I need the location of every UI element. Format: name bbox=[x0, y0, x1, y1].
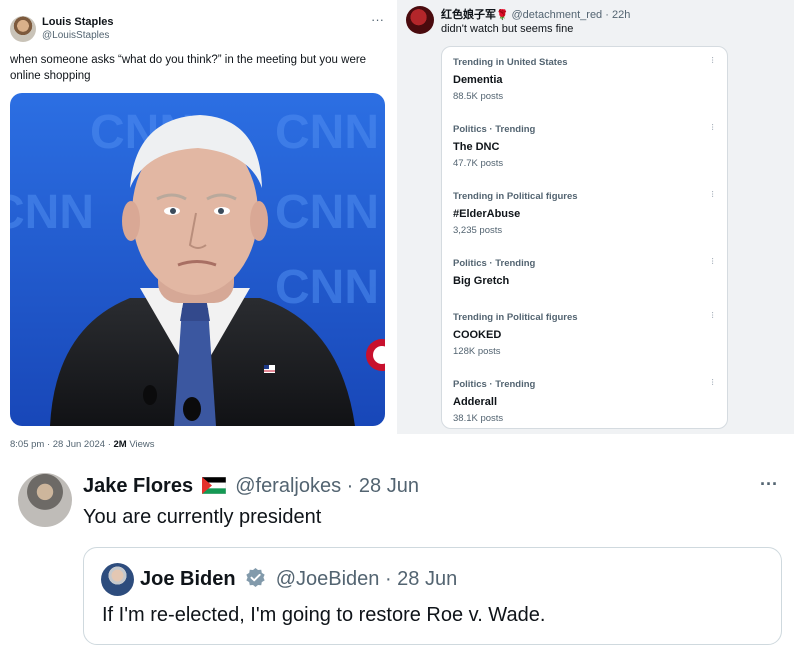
quoted-tweet[interactable]: Joe Biden @JoeBiden · 28 Jun If I'm re-e… bbox=[83, 547, 782, 645]
palestine-flag-icon bbox=[201, 477, 226, 494]
trend-context: Politics · Trending bbox=[453, 258, 536, 269]
tweet-photo[interactable]: CNN CNN CNN CNN CNN bbox=[10, 93, 385, 426]
tweet-text: You are currently president bbox=[83, 506, 322, 528]
background-logo-text: CNN bbox=[275, 186, 379, 239]
tweet-meta: 8:05 pm · 28 Jun 2024 · 2M Views bbox=[10, 439, 155, 450]
rose-icon: 🌹 bbox=[496, 10, 509, 21]
more-icon[interactable]: ··· bbox=[707, 311, 718, 318]
views-count: 2M bbox=[113, 439, 127, 450]
author-name[interactable]: Joe Biden bbox=[140, 568, 236, 590]
trend-count: 47.7K posts bbox=[453, 158, 504, 169]
tweet-detachment-red: 红色娘子军🌹 @detachment_red · 22h didn't watc… bbox=[397, 0, 794, 434]
author-handle[interactable]: @LouisStaples bbox=[42, 30, 109, 41]
author-handle[interactable]: @feraljokes bbox=[235, 475, 341, 497]
tweet-time[interactable]: · 22h bbox=[605, 9, 630, 21]
trend-count: 88.5K posts bbox=[453, 91, 504, 102]
avatar[interactable] bbox=[18, 473, 72, 527]
trend-title: Adderall bbox=[453, 396, 498, 408]
avatar[interactable] bbox=[101, 563, 134, 596]
trend-count: 128K posts bbox=[453, 346, 501, 357]
tweet-header: Jake Flores @feraljokes · 28 Jun bbox=[83, 475, 419, 498]
author-name[interactable]: Louis Staples bbox=[42, 16, 114, 28]
tweet-header: 红色娘子军🌹 @detachment_red · 22h bbox=[441, 6, 630, 22]
trend-context: Trending in Political figures bbox=[453, 191, 578, 202]
author-handle[interactable]: @detachment_red bbox=[512, 9, 603, 21]
avatar[interactable] bbox=[10, 16, 36, 42]
background-logo-text: CNN bbox=[275, 261, 379, 314]
more-icon[interactable]: ··· bbox=[707, 257, 718, 264]
trend-title: #ElderAbuse bbox=[453, 208, 521, 220]
trend-title: COOKED bbox=[453, 329, 502, 341]
more-icon[interactable]: ··· bbox=[371, 12, 384, 27]
quoted-tweet-text: If I'm re-elected, I'm going to restore … bbox=[102, 604, 546, 626]
trend-item[interactable]: Trending in Political figures #ElderAbus… bbox=[453, 190, 718, 236]
more-icon[interactable]: ··· bbox=[707, 56, 718, 63]
author-handle[interactable]: @JoeBiden bbox=[276, 568, 380, 590]
trend-item[interactable]: Politics · Trending Big Gretch ··· bbox=[453, 257, 718, 292]
more-icon[interactable]: ··· bbox=[760, 474, 778, 495]
trend-count: 38.1K posts bbox=[453, 413, 504, 424]
verified-badge-icon bbox=[246, 567, 265, 588]
author-name[interactable]: Jake Flores bbox=[83, 475, 193, 497]
trend-context: Politics · Trending bbox=[453, 124, 536, 135]
trend-title: Big Gretch bbox=[453, 275, 510, 287]
tweet-time[interactable]: · 28 Jun bbox=[385, 568, 457, 590]
background-logo-text: CNN bbox=[10, 186, 94, 239]
more-icon[interactable]: ··· bbox=[707, 123, 718, 130]
quoted-tweet-header: Joe Biden @JoeBiden · 28 Jun bbox=[140, 567, 457, 591]
tweet-jake-flores: Jake Flores @feraljokes · 28 Jun ··· You… bbox=[0, 460, 794, 658]
timestamp[interactable]: 8:05 pm · 28 Jun 2024 · bbox=[10, 439, 114, 450]
trend-item[interactable]: Trending in United States Dementia 88.5K… bbox=[453, 56, 718, 102]
trending-screenshot: Trending in United States Dementia 88.5K… bbox=[441, 46, 728, 429]
author-name[interactable]: 红色娘子军 bbox=[441, 9, 496, 21]
trend-context: Politics · Trending bbox=[453, 379, 536, 390]
tweet-louis-staples: Louis Staples @LouisStaples ··· when som… bbox=[0, 0, 397, 460]
trend-context: Trending in United States bbox=[453, 57, 568, 68]
trend-count: 3,235 posts bbox=[453, 225, 503, 236]
views-label: Views bbox=[126, 439, 155, 450]
tweet-text: when someone asks “what do you think?” i… bbox=[10, 54, 367, 82]
trend-item[interactable]: Politics · Trending The DNC 47.7K posts … bbox=[453, 123, 718, 169]
background-logo-text: CNN bbox=[275, 106, 379, 159]
trend-item[interactable]: Politics · Trending Adderall 38.1K posts… bbox=[453, 378, 718, 424]
trend-title: The DNC bbox=[453, 141, 500, 153]
avatar[interactable] bbox=[406, 6, 434, 34]
tweet-time[interactable]: · 28 Jun bbox=[347, 475, 419, 497]
trend-item[interactable]: Trending in Political figures COOKED 128… bbox=[453, 311, 718, 357]
more-icon[interactable]: ··· bbox=[707, 378, 718, 385]
trend-context: Trending in Political figures bbox=[453, 312, 578, 323]
tweet-text: didn't watch but seems fine bbox=[441, 23, 574, 35]
more-icon[interactable]: ··· bbox=[707, 190, 718, 197]
trend-title: Dementia bbox=[453, 74, 503, 86]
